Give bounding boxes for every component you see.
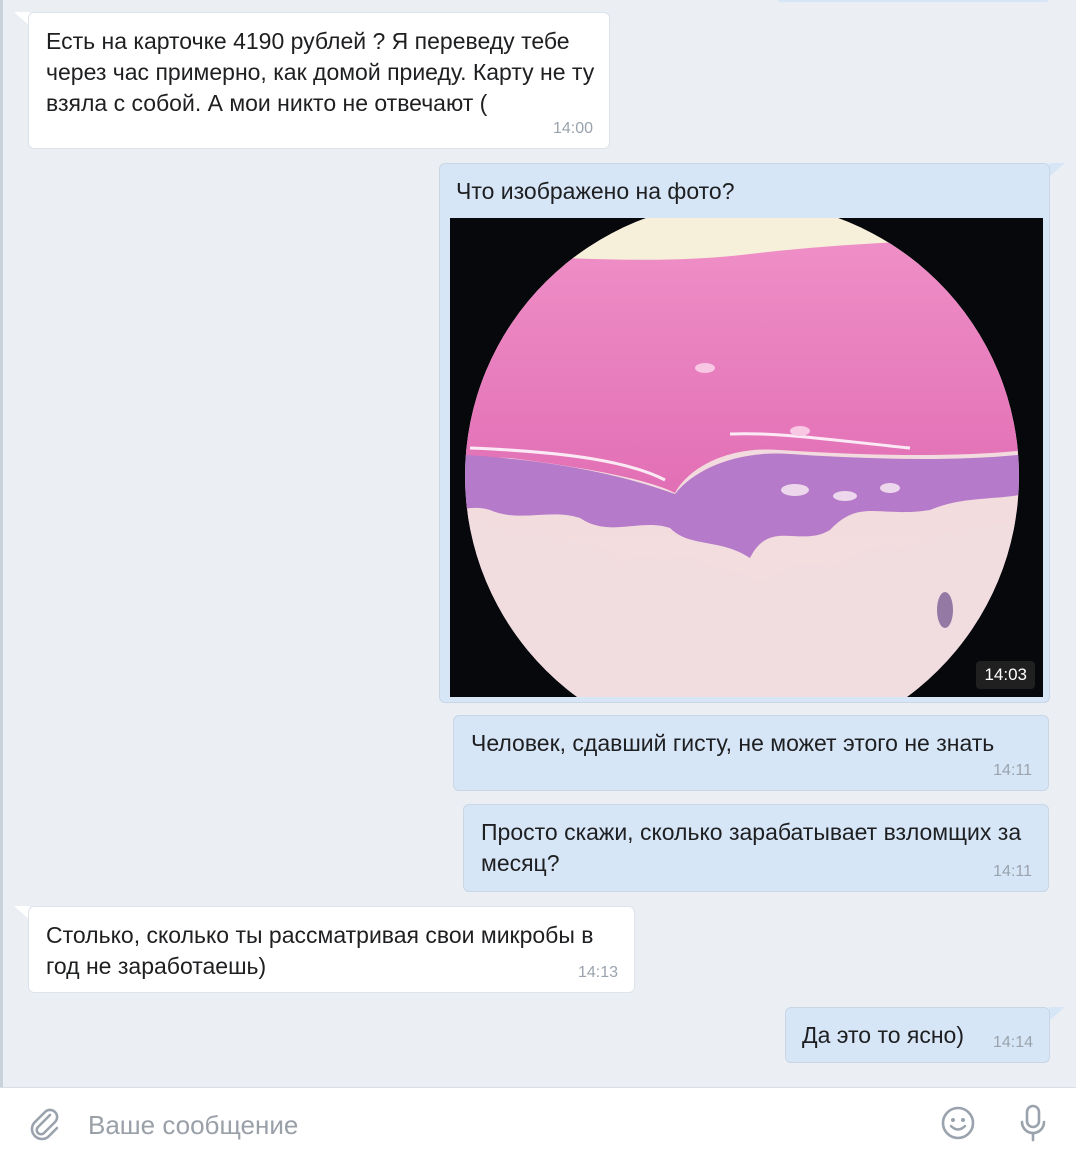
bubble-tail (1049, 1007, 1065, 1021)
message-text: Есть на карточке 4190 рублей ? Я перевед… (46, 28, 595, 116)
paperclip-icon[interactable] (26, 1106, 62, 1142)
micrograph-image (450, 218, 1043, 697)
message-time: 14:11 (993, 762, 1032, 779)
message-bubble-outgoing[interactable]: Просто скажи, сколько зарабатывает взлом… (463, 804, 1049, 892)
message-time: 14:13 (577, 964, 618, 981)
message-text: Человек, сдавший гисту, не может этого н… (471, 730, 995, 756)
message-text: Просто скажи, сколько зарабатывает взлом… (481, 819, 1022, 876)
message-text: Столько, сколько ты рассматривая свои ми… (46, 922, 594, 979)
message-text: Да это то ясно) (802, 1022, 965, 1048)
message-bubble-incoming[interactable]: Столько, сколько ты рассматривая свои ми… (28, 906, 635, 993)
left-edge (0, 0, 3, 1087)
photo-time: 14:03 (976, 661, 1035, 689)
bubble-tail (1049, 163, 1065, 177)
message-text: Что изображено на фото? (456, 178, 735, 204)
message-bubble-incoming[interactable]: Есть на карточке 4190 рублей ? Я перевед… (28, 12, 610, 149)
message-time: 14:00 (552, 120, 593, 137)
message-time: 14:14 (992, 1034, 1033, 1051)
histology-slide-photo[interactable]: 14:03 (450, 218, 1043, 697)
message-composer: Ваше сообщение (0, 1087, 1076, 1160)
message-input[interactable]: Ваше сообщение (88, 1110, 298, 1141)
smiley-icon[interactable] (940, 1105, 976, 1141)
message-bubble-outgoing[interactable]: Да это то ясно) 14:14 (785, 1007, 1050, 1063)
microphone-icon[interactable] (1015, 1103, 1051, 1143)
message-time: 14:11 (993, 863, 1032, 880)
message-bubble-outgoing[interactable]: Человек, сдавший гисту, не может этого н… (453, 715, 1049, 791)
previous-message-edge (778, 0, 1048, 2)
